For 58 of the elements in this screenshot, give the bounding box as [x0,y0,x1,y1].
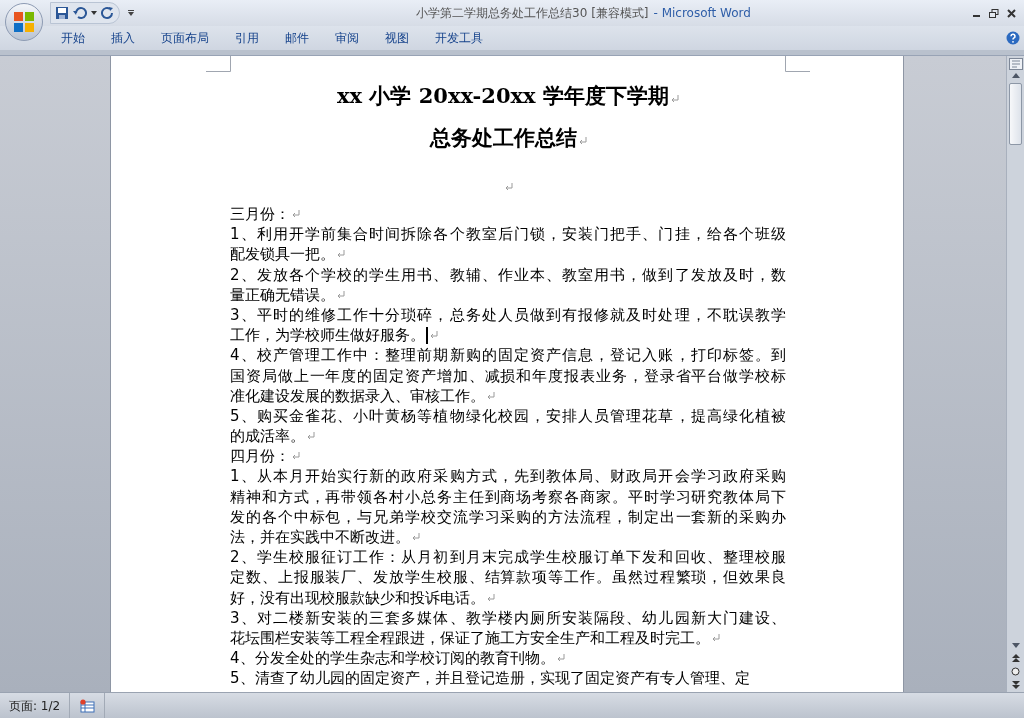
text-line: 花坛围栏安装等工程全程跟进，保证了施工方安全生产和工程及时完工。 [230,627,710,649]
previous-page-icon[interactable] [1011,654,1020,662]
text-line: 1、从本月开始实行新的政府采购方式，先到教体局、财政局开会学习政府采购 [230,466,786,487]
text-line: 5、购买金雀花、小叶黄杨等植物绿化校园，安排人员管理花草，提高绿化植被 [230,405,786,427]
text-line: 量正确无错误。 [230,284,335,305]
app-name: - Microsoft Word [653,5,751,22]
macro-record-icon[interactable] [79,698,96,713]
scroll-up-icon[interactable] [1011,73,1020,78]
text-line: 3、平时的维修工作十分琐碎，总务处人员做到有报修就及时处理，不耽误教学 [230,304,786,326]
text-line: 三月份： [230,204,290,225]
paragraph-mark-icon [670,94,679,103]
ribbon-tab[interactable]: 邮件 [272,27,322,49]
help-icon[interactable] [1006,31,1020,45]
office-logo-icon [13,11,35,33]
text-line: 3、对二楼新安装的三套多媒体、教学楼内厕所安装隔段、幼儿园新大门建设、 [230,607,786,628]
caret-icon[interactable] [91,11,97,15]
ribbon-tab[interactable]: 开始 [48,27,98,49]
next-page-icon[interactable] [1011,681,1020,689]
customize-caret-icon[interactable] [128,10,134,16]
text-line: 四月份： [230,446,290,467]
ribbon-tab[interactable]: 插入 [98,27,148,49]
text-line: 精神和方式，再带领各村小总务主任到商场考察各商家。平时学习研究教体局下 [230,486,786,507]
ruler-toggle-icon[interactable] [1008,58,1023,70]
text-line: 的成活率。 [230,426,305,447]
text-line: 定数、上报服装厂、发放学生校服、结算款项等工作。虽然过程繁琐，但效果良 [230,567,786,588]
ribbon-tab[interactable]: 视图 [372,27,422,49]
text-line: 发的各个中标包，与兄弟学校交流学习采购的方法流程，制定出一套新的采购办 [230,506,786,527]
office-button[interactable] [5,3,43,41]
scrollbar-thumb[interactable] [1009,83,1022,145]
document-heading: 总务处工作总结 [429,125,577,150]
text-line: 2、学生校服征订工作：从月初到月末完成学生校服订单下发和回收、整理校服 [230,547,786,568]
page-indicator[interactable]: 页面: 1/2 [0,696,70,715]
browse-object-icon[interactable] [1011,667,1020,676]
text-line: 准化建设发展的数据录入、审核工作。 [230,385,485,406]
scroll-down-icon[interactable] [1011,643,1020,648]
undo-icon[interactable] [73,6,87,20]
text-line: 好，没有出现校服款缺少和投诉电话。 [230,587,485,608]
text-line: 5、清查了幼儿园的固定资产，并且登记造册，实现了固定资产有专人管理、定 [230,668,750,689]
document-heading: xx 小学 20xx-20xx 学年度下学期 [337,83,669,108]
text-line: 法，并在实践中不断改进。 [230,527,410,548]
redo-icon[interactable] [101,6,115,20]
ribbon-tab[interactable]: 审阅 [322,27,372,49]
text-line: 国资局做上一年度的固定资产增加、减损和年度报表业务，登录省平台做学校标 [230,365,786,386]
restore-icon[interactable] [989,8,999,18]
save-icon[interactable] [55,6,69,20]
text-line: 配发锁具一把。 [230,244,335,265]
window-title: 小学第二学期总务处工作总结30 [兼容模式] [416,5,649,22]
text-line: 4、校产管理工作中：整理前期新购的固定资产信息，登记入账，打印标签。到 [230,345,786,366]
text-line: 工作，为学校师生做好服务。 [230,325,425,346]
close-icon[interactable] [1007,8,1016,18]
paragraph-mark-icon [578,136,587,145]
text-line: 1、利用开学前集合时间拆除各个教室后门锁，安装门把手、门挂，给各个班级 [230,224,786,245]
paragraph-mark-icon [505,182,513,191]
ribbon-tab[interactable]: 引用 [222,27,272,49]
text-line: 4、分发全处的学生杂志和学校订阅的教育刊物。 [230,648,555,669]
ribbon-tab[interactable]: 开发工具 [422,27,496,49]
ribbon-tab[interactable]: 页面布局 [148,27,222,49]
text-line: 2、发放各个学校的学生用书、教辅、作业本、教室用书，做到了发放及时，数 [230,264,786,285]
